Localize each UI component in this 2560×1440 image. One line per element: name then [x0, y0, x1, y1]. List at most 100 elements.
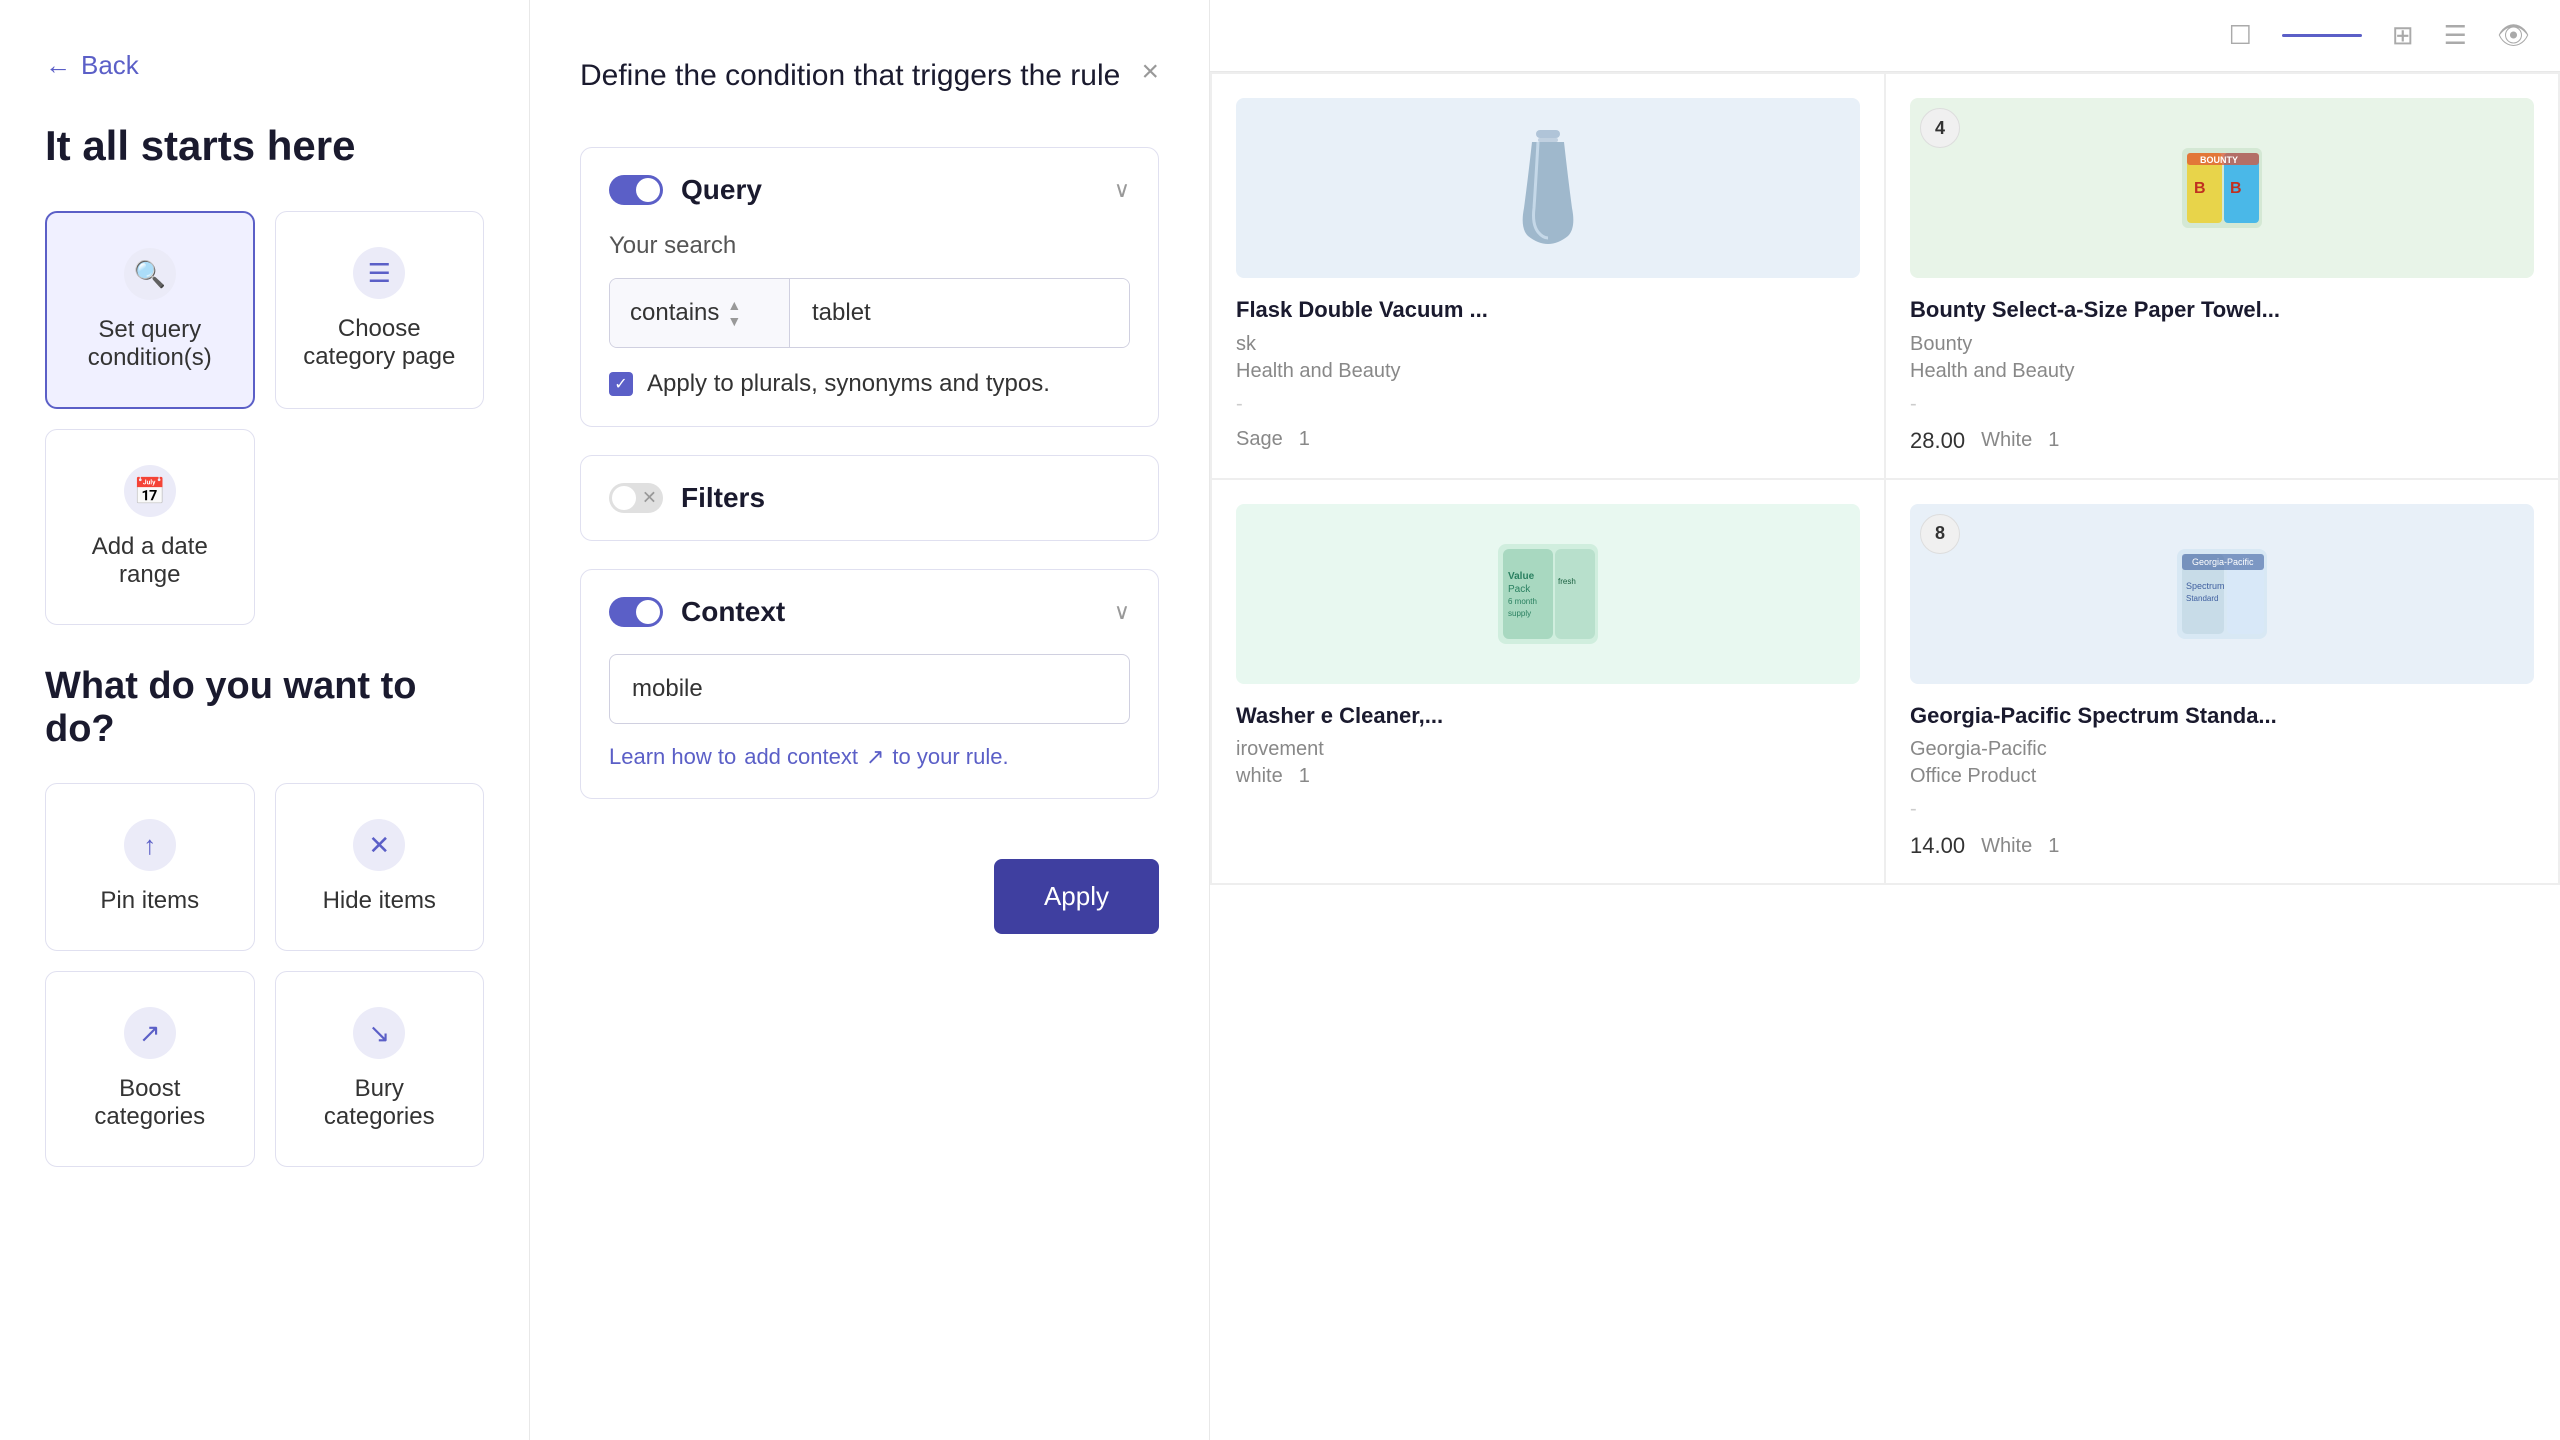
context-body: Learn how to add context ↗ to your rule. — [581, 654, 1158, 798]
search-label: Your search — [609, 232, 1130, 260]
card-choose-category-label: Choose category page — [301, 315, 459, 371]
filters-toggle[interactable]: ✕ — [609, 483, 663, 513]
eye-icon[interactable]: 👁 — [2497, 20, 2530, 51]
section1-title: It all starts here — [45, 121, 484, 171]
product-brand-washer: irovement — [1236, 738, 1860, 761]
product-brand-spectrum: Georgia-Pacific — [1910, 738, 2534, 761]
product-count-bounty: 1 — [2048, 429, 2059, 452]
search-row: contains ▲ ▼ — [609, 278, 1130, 348]
toggle-knob-filters — [612, 486, 636, 510]
card-boost-categories-label: Boost categories — [71, 1075, 229, 1131]
left-panel: ← Back It all starts here 🔍 Set query co… — [0, 0, 530, 1440]
context-input[interactable] — [609, 654, 1130, 724]
card-choose-category[interactable]: ☰ Choose category page — [275, 211, 485, 409]
toggle-knob-context — [636, 600, 660, 624]
search-icon: 🔍 — [124, 248, 176, 300]
filters-section: ✕ Filters — [580, 455, 1159, 541]
product-color-bounty: White — [1981, 429, 2032, 452]
grid-view-icon[interactable]: ⊞ — [2392, 20, 2414, 51]
product-grid: Flask Double Vacuum ... sk Health and Be… — [1210, 72, 2560, 885]
pin-up-icon: ↑ — [124, 819, 176, 871]
product-color-washer: white — [1236, 765, 1283, 788]
product-price-spectrum: 14.00 — [1910, 833, 1965, 859]
product-meta-bounty: 28.00 White 1 — [1910, 428, 2534, 454]
svg-text:B: B — [2230, 180, 2242, 197]
plurals-checkbox[interactable]: ✓ — [609, 372, 633, 396]
context-link-suffix: to your rule. — [892, 744, 1008, 770]
list-view-icon[interactable]: ☰ — [2444, 20, 2467, 51]
action-cards-grid: ↑ Pin items ✕ Hide items ↗ Boost categor… — [45, 783, 484, 1167]
toggle-knob — [636, 178, 660, 202]
product-card-spectrum: 8 Spectrum Standard Georgia-Pacific Geor… — [1886, 480, 2558, 884]
card-bury-categories-label: Bury categories — [301, 1075, 459, 1131]
product-meta-washer: white 1 — [1236, 765, 1860, 788]
modal-panel: Define the condition that triggers the r… — [530, 0, 1210, 1440]
query-section: Query ∨ Your search contains ▲ ▼ ✓ — [580, 147, 1159, 427]
plurals-checkbox-row: ✓ Apply to plurals, synonyms and typos. — [609, 370, 1130, 398]
svg-text:BOUNTY: BOUNTY — [2200, 155, 2238, 165]
svg-text:6 month: 6 month — [1508, 597, 1537, 606]
card-add-date-range[interactable]: 📅 Add a date range — [45, 429, 255, 625]
query-title: Query — [681, 174, 762, 206]
card-pin-items[interactable]: ↑ Pin items — [45, 783, 255, 951]
bury-icon: ↘ — [353, 1007, 405, 1059]
card-hide-items-label: Hide items — [323, 887, 436, 915]
query-header[interactable]: Query ∨ — [581, 148, 1158, 232]
svg-text:Standard: Standard — [2186, 594, 2218, 603]
card-add-date-range-label: Add a date range — [71, 533, 229, 589]
checkbox-icon[interactable]: ☐ — [2229, 20, 2252, 51]
select-value: contains — [630, 299, 719, 327]
context-header[interactable]: Context ∨ — [581, 570, 1158, 654]
query-toggle[interactable] — [609, 175, 663, 205]
back-label: Back — [81, 50, 139, 81]
filters-title: Filters — [681, 482, 765, 514]
query-header-left: Query — [609, 174, 762, 206]
svg-text:B: B — [2194, 180, 2206, 197]
back-button[interactable]: ← Back — [45, 50, 139, 81]
product-dash-flask: - — [1236, 393, 1860, 416]
context-header-left: Context — [609, 596, 785, 628]
svg-text:Value: Value — [1508, 571, 1535, 582]
apply-button[interactable]: Apply — [994, 859, 1159, 934]
product-image-washer: Value Pack 6 month supply fresh — [1236, 504, 1860, 684]
product-price-bounty: 28.00 — [1910, 428, 1965, 454]
check-icon: ✓ — [614, 374, 627, 394]
card-hide-items[interactable]: ✕ Hide items — [275, 783, 485, 951]
toolbar-divider — [2282, 34, 2362, 37]
product-category-flask: Health and Beauty — [1236, 360, 1860, 383]
search-select-contains[interactable]: contains ▲ ▼ — [610, 279, 790, 347]
product-count-flask: 1 — [1299, 428, 1310, 451]
card-boost-categories[interactable]: ↗ Boost categories — [45, 971, 255, 1167]
card-set-query-label: Set query condition(s) — [72, 316, 228, 372]
card-pin-items-label: Pin items — [100, 887, 199, 915]
product-brand-flask: sk — [1236, 333, 1860, 356]
plurals-label: Apply to plurals, synonyms and typos. — [647, 370, 1050, 398]
svg-text:fresh: fresh — [1558, 577, 1576, 586]
product-card-washer: Value Pack 6 month supply fresh Washer e… — [1212, 480, 1884, 884]
card-bury-categories[interactable]: ↘ Bury categories — [275, 971, 485, 1167]
product-meta-flask: Sage 1 — [1236, 428, 1860, 451]
context-section: Context ∨ Learn how to add context ↗ to … — [580, 569, 1159, 799]
modal-title: Define the condition that triggers the r… — [580, 55, 1120, 97]
query-body: Your search contains ▲ ▼ ✓ Apply to plur… — [581, 232, 1158, 426]
close-button[interactable]: × — [1141, 55, 1159, 89]
back-arrow-icon: ← — [45, 50, 71, 81]
card-set-query[interactable]: 🔍 Set query condition(s) — [45, 211, 255, 409]
filters-header[interactable]: ✕ Filters — [581, 456, 1158, 540]
section2-title: What do you want to do? — [45, 665, 484, 751]
product-card-flask: Flask Double Vacuum ... sk Health and Be… — [1212, 74, 1884, 478]
product-card-bounty: 4 B B BOUNTY Bounty Select-a-Size Paper … — [1886, 74, 2558, 478]
product-count-washer: 1 — [1299, 765, 1310, 788]
search-input[interactable] — [790, 279, 1130, 347]
context-link-row: Learn how to add context ↗ to your rule. — [609, 744, 1130, 770]
layers-icon: ☰ — [353, 247, 405, 299]
svg-text:Spectrum: Spectrum — [2186, 581, 2225, 591]
svg-text:Pack: Pack — [1508, 584, 1531, 595]
right-panel: ☐ ⊞ ☰ 👁 Flask Double Vacuum ... sk Healt… — [1210, 0, 2560, 1440]
product-name-spectrum: Georgia-Pacific Spectrum Standa... — [1910, 702, 2534, 731]
context-toggle[interactable] — [609, 597, 663, 627]
svg-text:Georgia-Pacific: Georgia-Pacific — [2192, 557, 2254, 567]
context-add-context-link[interactable]: add context — [744, 744, 858, 770]
product-name-bounty: Bounty Select-a-Size Paper Towel... — [1910, 296, 2534, 325]
svg-text:supply: supply — [1508, 609, 1531, 618]
